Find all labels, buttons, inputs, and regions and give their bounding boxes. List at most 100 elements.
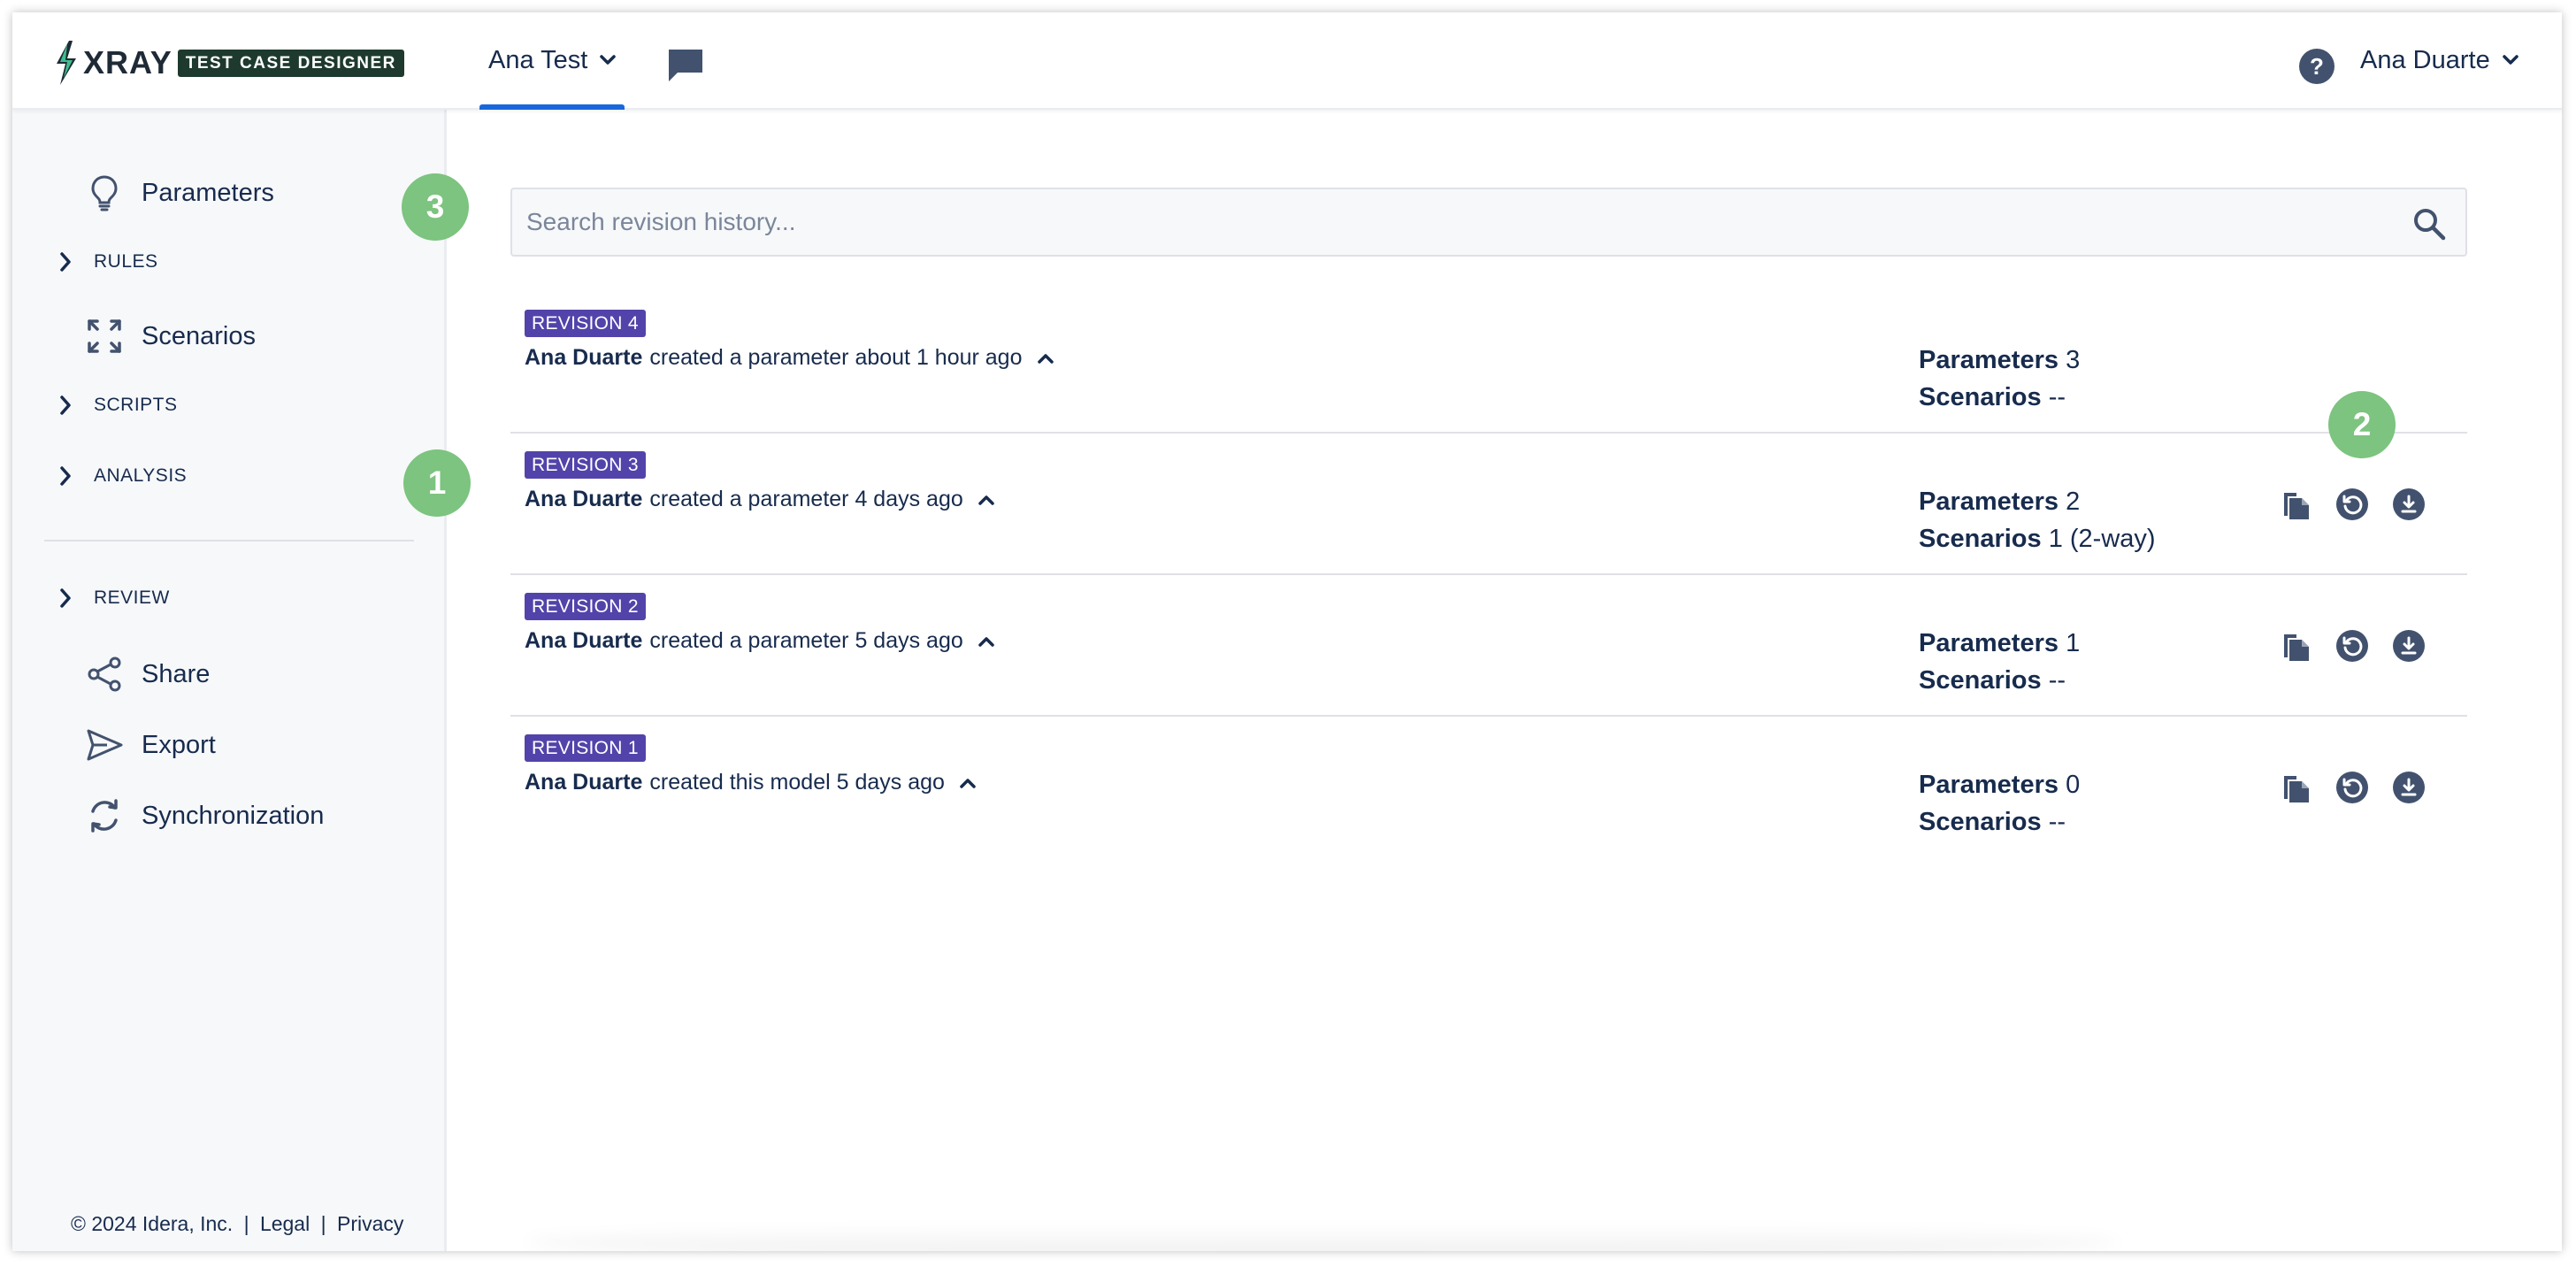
copy-icon[interactable] (2278, 628, 2313, 664)
revision-stats: Parameters 0 Scenarios -- (1919, 766, 2080, 841)
copy-icon[interactable] (2278, 487, 2313, 522)
sidebar-section-analysis[interactable]: ANALYSIS (57, 464, 187, 488)
chevron-right-icon (57, 464, 74, 488)
search-box (510, 188, 2467, 257)
lightbulb-icon (85, 173, 124, 212)
footer: © 2024 Idera, Inc. | Legal | Privacy (71, 1212, 403, 1236)
copy-icon[interactable] (2278, 770, 2313, 805)
sidebar-item-label: Share (142, 659, 211, 688)
chevron-down-icon (600, 55, 617, 65)
callout-badge-3: 3 (402, 173, 469, 241)
sidebar-item-parameters[interactable]: Parameters (85, 173, 274, 212)
revision-summary: Ana Duarte created a parameter 5 days ag… (525, 628, 995, 654)
callout-badge-1: 1 (403, 449, 471, 517)
user-name: Ana Duarte (2360, 45, 2490, 74)
chevron-up-icon[interactable] (978, 635, 995, 648)
chevron-right-icon (57, 393, 74, 418)
revision-actions (2278, 770, 2448, 805)
chevron-up-icon[interactable] (1037, 352, 1054, 365)
revision-badge: REVISION 2 (525, 593, 646, 620)
download-icon[interactable] (2391, 770, 2426, 805)
scenarios-label: Scenarios (1919, 666, 2042, 695)
download-icon[interactable] (2391, 628, 2426, 664)
sidebar-section-label: REVIEW (94, 587, 170, 608)
app-logo[interactable]: XRAY TEST CASE DESIGNER (51, 32, 404, 94)
user-menu[interactable]: Ana Duarte (2360, 12, 2518, 108)
chevron-down-icon (2502, 55, 2518, 65)
sidebar-item-export[interactable]: Export (85, 726, 216, 764)
scenarios-label: Scenarios (1919, 808, 2042, 836)
sidebar-item-scenarios[interactable]: Scenarios (85, 317, 256, 356)
scenarios-label: Scenarios (1919, 525, 2042, 553)
scenarios-count: 1 (2-way) (2048, 525, 2156, 553)
revision-actions (2278, 628, 2448, 664)
project-selector[interactable]: Ana Test (479, 12, 625, 110)
sidebar-section-rules[interactable]: RULES (57, 250, 158, 274)
revision-summary: Ana Duarte created this model 5 days ago (525, 770, 977, 795)
revision-action: created a parameter about 1 hour ago (649, 345, 1023, 370)
revision-author: Ana Duarte (525, 628, 643, 653)
revision-author: Ana Duarte (525, 487, 643, 511)
revision-row: REVISION 1 Ana Duarte created this model… (510, 717, 2467, 858)
footer-separator: | (320, 1212, 326, 1235)
revision-action: created a parameter 4 days ago (649, 487, 963, 511)
sidebar-section-label: RULES (94, 251, 158, 272)
copyright-text: © 2024 Idera, Inc. (71, 1212, 234, 1235)
download-icon[interactable] (2391, 487, 2426, 522)
restore-icon[interactable] (2334, 628, 2370, 664)
revision-actions (2278, 487, 2448, 522)
revision-author: Ana Duarte (525, 345, 643, 370)
restore-icon[interactable] (2334, 487, 2370, 522)
sidebar-section-label: SCRIPTS (94, 395, 178, 415)
main-content: REVISION 4 Ana Duarte created a paramete… (447, 108, 2562, 1251)
sidebar: Parameters RULES Scenarios SCRIPTS ANALY… (12, 108, 447, 1251)
sync-icon (85, 796, 124, 835)
revision-badge: REVISION 1 (525, 734, 646, 762)
revision-badge: REVISION 3 (525, 451, 646, 479)
revision-row: REVISION 3 Ana Duarte created a paramete… (510, 434, 2467, 575)
revision-stats: Parameters 1 Scenarios -- (1919, 625, 2080, 699)
revision-badge: REVISION 4 (525, 310, 646, 337)
revision-row: REVISION 2 Ana Duarte created a paramete… (510, 575, 2467, 717)
parameters-count: 1 (2066, 629, 2081, 657)
send-icon (85, 726, 124, 764)
svg-text:?: ? (2310, 53, 2324, 80)
parameters-count: 3 (2066, 346, 2081, 374)
help-icon[interactable]: ? (2298, 48, 2335, 85)
revision-author: Ana Duarte (525, 770, 643, 795)
revision-stats: Parameters 3 Scenarios -- (1919, 342, 2080, 416)
privacy-link[interactable]: Privacy (337, 1212, 403, 1235)
chevron-right-icon (57, 586, 74, 610)
scroll-shadow (526, 1225, 2119, 1251)
search-input[interactable] (512, 189, 2388, 255)
bolt-icon (57, 41, 76, 85)
expand-icon (85, 317, 124, 356)
scenarios-count: -- (2048, 808, 2066, 836)
sidebar-section-review[interactable]: REVIEW (57, 586, 170, 610)
revision-stats: Parameters 2 Scenarios 1 (2-way) (1919, 483, 2156, 557)
parameters-label: Parameters (1919, 771, 2058, 799)
chevron-up-icon[interactable] (978, 494, 995, 506)
search-icon[interactable] (2412, 207, 2446, 241)
sidebar-item-label: Scenarios (142, 321, 256, 350)
sidebar-item-share[interactable]: Share (85, 655, 210, 694)
revision-summary: Ana Duarte created a parameter about 1 h… (525, 345, 1054, 371)
parameters-label: Parameters (1919, 629, 2058, 657)
share-icon (85, 655, 124, 694)
parameters-label: Parameters (1919, 346, 2058, 374)
sidebar-item-synchronization[interactable]: Synchronization (85, 796, 324, 835)
chat-icon[interactable] (665, 46, 706, 83)
active-tab-indicator (479, 104, 625, 110)
callout-badge-2: 2 (2328, 391, 2396, 458)
footer-separator: | (243, 1212, 249, 1235)
parameters-count: 0 (2066, 771, 2081, 799)
parameters-label: Parameters (1919, 488, 2058, 516)
restore-icon[interactable] (2334, 770, 2370, 805)
chevron-up-icon[interactable] (959, 777, 977, 789)
chevron-right-icon (57, 250, 74, 274)
sidebar-section-scripts[interactable]: SCRIPTS (57, 393, 178, 418)
logo-badge: TEST CASE DESIGNER (177, 49, 404, 77)
legal-link[interactable]: Legal (260, 1212, 310, 1235)
revision-summary: Ana Duarte created a parameter 4 days ag… (525, 487, 995, 512)
revision-action: created this model 5 days ago (649, 770, 945, 795)
